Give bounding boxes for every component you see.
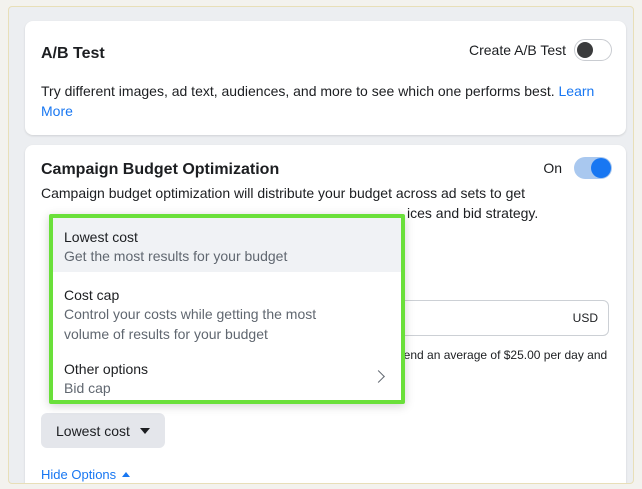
- menu-option-lowest-cost[interactable]: Lowest cost Get the most results for you…: [53, 218, 401, 272]
- cbo-toggle-group: On: [543, 157, 612, 179]
- toggle-knob: [577, 42, 593, 58]
- option-subtitle: Get the most results for your budget: [64, 248, 288, 264]
- currency-label: USD: [572, 311, 598, 325]
- screenshot-frame: A/B Test Create A/B Test Try different i…: [8, 6, 634, 484]
- ab-test-card: A/B Test Create A/B Test Try different i…: [25, 21, 626, 135]
- cbo-toggle[interactable]: [574, 157, 612, 179]
- bid-strategy-menu: Lowest cost Get the most results for you…: [49, 214, 405, 404]
- menu-option-other-options[interactable]: Other options Bid cap: [53, 352, 401, 404]
- hide-options-link[interactable]: Hide Options: [41, 467, 131, 482]
- cbo-toggle-label: On: [543, 160, 562, 176]
- bid-strategy-dropdown-button[interactable]: Lowest cost: [41, 413, 165, 448]
- option-title: Other options: [64, 361, 149, 377]
- spend-note: pend an average of $25.00 per day and: [397, 348, 608, 362]
- option-subtitle: Bid cap: [64, 380, 111, 396]
- toggle-knob: [591, 158, 611, 178]
- ab-test-title: A/B Test: [41, 45, 105, 62]
- cbo-title: Campaign Budget Optimization: [41, 161, 280, 178]
- ab-test-toggle-group: Create A/B Test: [469, 39, 612, 61]
- caret-down-icon: [139, 427, 150, 434]
- bid-strategy-selected-label: Lowest cost: [56, 422, 130, 439]
- cbo-description-line1: Campaign budget optimization will distri…: [41, 185, 526, 201]
- menu-option-cost-cap[interactable]: Cost cap Control your costs while gettin…: [53, 276, 401, 344]
- option-title: Lowest cost: [64, 229, 138, 245]
- ab-test-toggle[interactable]: [574, 39, 612, 61]
- ab-test-description-text: Try different images, ad text, audiences…: [41, 83, 555, 99]
- option-title: Cost cap: [64, 287, 120, 303]
- hide-options-label: Hide Options: [41, 467, 117, 482]
- ab-test-toggle-label: Create A/B Test: [468, 42, 566, 58]
- ab-test-description: Try different images, ad text, audiences…: [41, 81, 601, 121]
- option-subtitle: Control your costs while getting the mos…: [64, 306, 317, 342]
- caret-up-icon: [122, 472, 131, 477]
